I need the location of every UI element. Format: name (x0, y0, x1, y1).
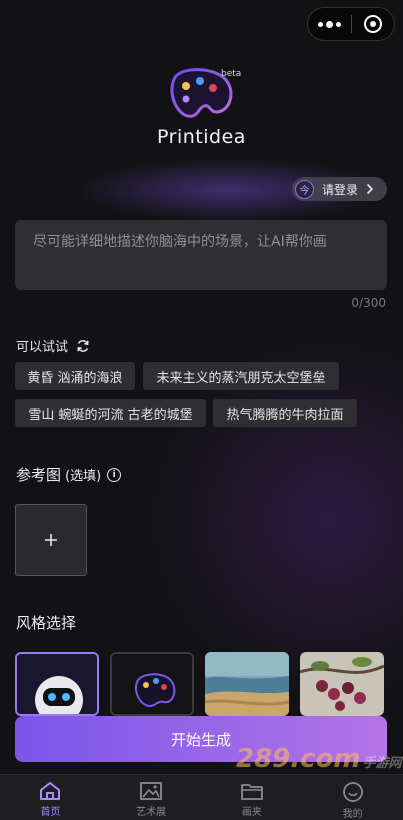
watermark-domain: .com (290, 744, 361, 774)
tab-profile[interactable]: 我的 (302, 775, 403, 820)
reference-header: 参考图 (选填) i (16, 464, 122, 485)
chevron-right-icon (366, 183, 374, 195)
style-title: 风格选择 (16, 614, 77, 632)
more-button[interactable] (308, 8, 351, 40)
style-card-cherry[interactable] (300, 652, 384, 716)
mini-program-capsule (307, 7, 395, 41)
suggestion-chip[interactable]: 热气腾腾的牛肉拉面 (213, 399, 357, 427)
suggestion-chip[interactable]: 雪山 蜿蜒的河流 古老的城堡 (15, 399, 206, 427)
home-icon (40, 782, 61, 800)
style-card-palette[interactable] (110, 652, 194, 716)
suggestions-title: 可以试试 (16, 340, 69, 355)
suggestion-chip[interactable]: 未来主义的蒸汽朋克太空堡垒 (143, 362, 339, 390)
watermark: 289.com 手游网 (236, 744, 402, 774)
tab-gallery[interactable]: 艺术展 (101, 775, 202, 820)
char-counter: 0/300 (351, 296, 386, 310)
app-title: Printidea (157, 126, 246, 148)
tab-label: 画夹 (241, 807, 262, 818)
close-mini-program-button[interactable] (352, 8, 395, 40)
tab-label: 艺术展 (136, 807, 167, 818)
plus-icon (45, 534, 57, 546)
target-icon (363, 15, 382, 33)
login-button[interactable]: 今 请登录 (292, 177, 387, 201)
ocean-painting-icon (205, 652, 289, 716)
gallery-icon (140, 782, 163, 800)
profile-icon (342, 782, 363, 802)
robot-avatar-icon (17, 654, 97, 714)
tab-label: 我的 (342, 809, 363, 820)
login-badge-icon: 今 (295, 179, 314, 199)
prompt-input[interactable] (33, 232, 369, 278)
style-card-robot[interactable] (15, 652, 99, 716)
tab-label: 首页 (40, 807, 61, 818)
refresh-icon[interactable] (76, 339, 90, 353)
watermark-number: 289 (236, 744, 291, 774)
reference-optional-label: (选填) (65, 469, 102, 484)
tab-bar: 首页 艺术展 画夹 我的 (0, 774, 403, 820)
tab-home[interactable]: 首页 (0, 775, 101, 820)
info-icon[interactable]: i (107, 467, 122, 482)
palette-style-icon (112, 654, 192, 714)
watermark-site: 手游网 (362, 756, 402, 771)
login-label: 请登录 (322, 182, 359, 197)
folder-icon (240, 784, 263, 800)
style-card-ocean[interactable] (205, 652, 289, 716)
cherry-painting-icon (300, 652, 384, 716)
beta-label: beta (221, 69, 242, 79)
more-dots-icon (317, 20, 341, 28)
upload-reference-button[interactable] (15, 504, 87, 576)
prompt-box (15, 220, 387, 290)
reference-title: 参考图 (16, 466, 62, 484)
tab-folder[interactable]: 画夹 (202, 775, 303, 820)
suggestions-header: 可以试试 (16, 336, 90, 355)
suggestion-chip[interactable]: 黄昏 汹涌的海浪 (15, 362, 135, 390)
